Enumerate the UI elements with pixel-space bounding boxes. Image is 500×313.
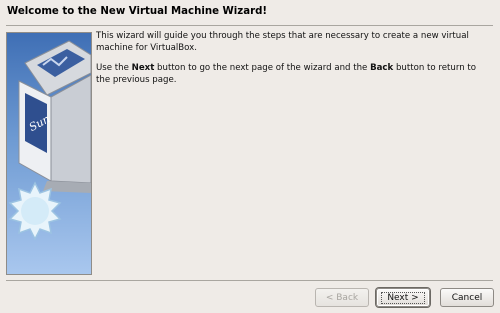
back-keyword: Back (370, 63, 394, 73)
wizard-title: Welcome to the New Virtual Machine Wizar… (7, 6, 268, 17)
navigation-paragraph: Use the Next button to go the next page … (96, 63, 477, 85)
virtualbox-banner-image: Sun (6, 32, 92, 275)
intro-paragraph: This wizard will guide you through the s… (96, 31, 469, 53)
next-button[interactable]: Next > (376, 288, 430, 307)
next-button-label: Next > (381, 291, 425, 304)
cancel-button[interactable]: Cancel (440, 288, 494, 307)
next-keyword: Next (131, 63, 155, 73)
header-divider (6, 25, 493, 26)
wizard-description: This wizard will guide you through the s… (96, 31, 488, 95)
back-button[interactable]: < Back (315, 288, 369, 307)
footer-divider (6, 280, 493, 281)
virtualbox-cube-illustration: Sun (8, 40, 91, 241)
